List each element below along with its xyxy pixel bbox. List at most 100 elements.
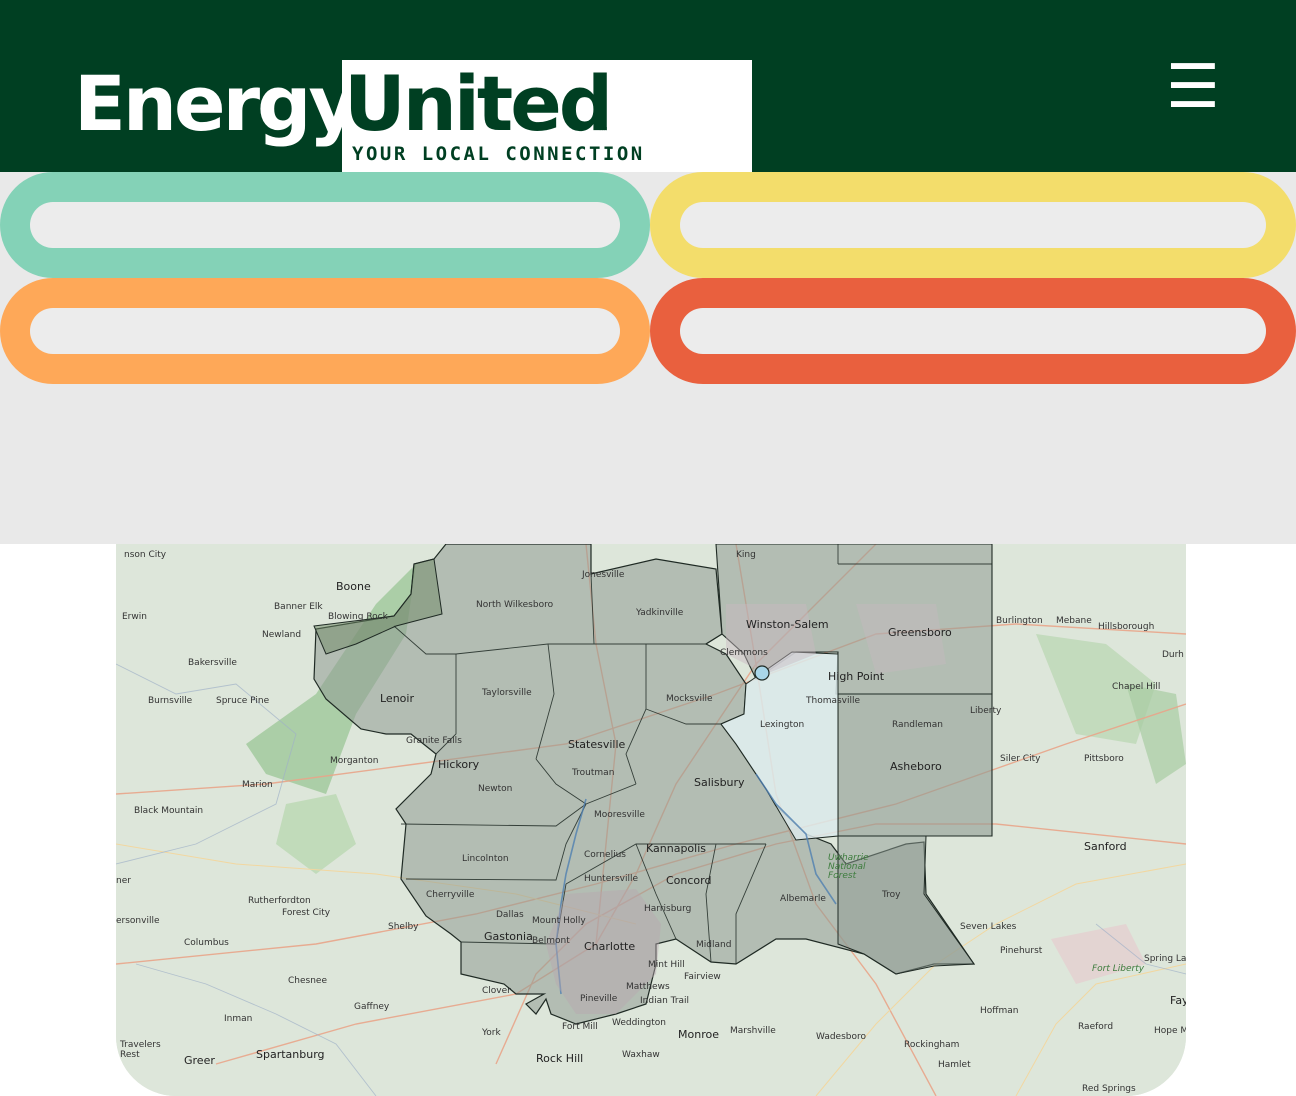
map-label: York (482, 1028, 501, 1038)
map-label: Burlington (996, 616, 1043, 626)
map-label: Pinehurst (1000, 946, 1043, 956)
map-label: Boone (336, 580, 371, 593)
map-label: Siler City (1000, 754, 1041, 764)
search-pill-orange (0, 278, 650, 384)
map-label: Monroe (678, 1028, 719, 1041)
map-label: Newton (478, 784, 513, 794)
map-label: Clemmons (720, 648, 768, 658)
logo-trademark: ™ (598, 126, 608, 137)
map-label: Albemarle (780, 894, 826, 904)
map-label: Mint Hill (648, 960, 685, 970)
site-header: Energy United ™ YOUR LOCAL CONNECTION ☰ (0, 0, 1296, 172)
map-label: Mocksville (666, 694, 713, 704)
map-label: King (736, 550, 756, 560)
search-input-1[interactable] (30, 202, 620, 248)
map-label: Forest City (282, 908, 331, 918)
map-label: Belmont (532, 936, 570, 946)
map-label: Lincolnton (462, 854, 509, 864)
map-label: Lenoir (380, 692, 414, 705)
map-label: Harrisburg (644, 904, 692, 914)
map-label: North Wilkesboro (476, 600, 554, 610)
map-label: Banner Elk (274, 602, 323, 612)
map-label: Kannapolis (646, 842, 707, 855)
map-label: Newland (262, 630, 302, 640)
map-label: Marshville (730, 1026, 776, 1036)
map-label: Spruce Pine (216, 696, 270, 706)
map-label: Clover (482, 986, 511, 996)
map-label: Granite Falls (406, 736, 462, 746)
map-label: Durh (1162, 650, 1184, 660)
search-input-2[interactable] (680, 202, 1266, 248)
map-label: Hope M (1154, 1026, 1186, 1036)
map-label: Pittsboro (1084, 754, 1124, 764)
map-label: Waxhaw (622, 1050, 660, 1060)
map-label: Shelby (388, 922, 419, 932)
map-label: Chesnee (288, 976, 327, 986)
map-label: Statesville (568, 738, 626, 751)
map-label: Mooresville (594, 810, 645, 820)
search-input-4[interactable] (680, 308, 1266, 354)
map-label: Indian Trail (640, 996, 690, 1006)
map-label: Erwin (122, 612, 147, 622)
map-label: Dallas (496, 910, 524, 920)
map-label: Rock Hill (536, 1052, 584, 1065)
map-label: Concord (666, 874, 712, 887)
map-label: Rutherfordton (248, 896, 311, 906)
map-label: Raeford (1078, 1022, 1114, 1032)
map-label: Marion (242, 780, 273, 790)
map-label: Fort Mill (562, 1022, 598, 1032)
map-label: Hoffman (980, 1006, 1019, 1016)
hamburger-menu-icon[interactable]: ☰ (1166, 56, 1220, 118)
map-label: Columbus (184, 938, 229, 948)
map-label: Morganton (330, 756, 379, 766)
location-marker[interactable] (754, 665, 770, 681)
map-label: Burnsville (148, 696, 193, 706)
map-graphic (116, 544, 1186, 1096)
map-label: Thomasville (806, 696, 861, 706)
map-label: Mebane (1056, 616, 1092, 626)
search-pill-yellow (650, 172, 1296, 278)
map-label: Black Mountain (134, 806, 204, 816)
map-label: Winston-Salem (746, 618, 829, 631)
map-label: Weddington (612, 1018, 666, 1028)
map-label: Gaffney (354, 1002, 390, 1012)
map-label: Matthews (626, 982, 670, 992)
map-label: Yadkinville (636, 608, 684, 618)
map-label: nson City (124, 550, 167, 560)
map-label: Uwharrie National Forest (828, 853, 869, 881)
map-label: High Point (828, 670, 885, 683)
map-label: Fort Liberty (1092, 964, 1145, 974)
map-label: Greer (184, 1054, 215, 1067)
map-label: Salisbury (694, 776, 745, 789)
map-label: Bakersville (188, 658, 237, 668)
map-label: ersonville (116, 916, 160, 926)
map-label: Fay (1170, 994, 1186, 1007)
map-label: Troutman (572, 768, 615, 778)
map-label: Fairview (684, 972, 721, 982)
map-label: Seven Lakes (960, 922, 1017, 932)
map-label: Blowing Rock (328, 612, 388, 622)
map-label: Spartanburg (256, 1048, 325, 1061)
map-label: Midland (696, 940, 732, 950)
map-label: Hillsborough (1098, 622, 1155, 632)
map-label: Wadesboro (816, 1032, 867, 1042)
map-label: Troy (882, 890, 901, 900)
map-label: Pineville (580, 994, 618, 1004)
search-pill-red (650, 278, 1296, 384)
search-input-3[interactable] (30, 308, 620, 354)
logo-tagline: YOUR LOCAL CONNECTION (352, 143, 645, 165)
map-label: Rockingham (904, 1040, 960, 1050)
map-label: Liberty (970, 706, 1002, 716)
logo-text-energy[interactable]: Energy (74, 66, 358, 142)
map-label: Gastonia (484, 930, 533, 943)
map-section: nson City Boone Banner Elk Blowing Rock … (0, 544, 1296, 1096)
map-label: Asheboro (890, 760, 942, 773)
map-label: Lexington (760, 720, 805, 730)
map-label: Cherryville (426, 890, 475, 900)
map-label: Huntersville (584, 874, 638, 884)
service-territory-map[interactable]: nson City Boone Banner Elk Blowing Rock … (116, 544, 1186, 1096)
map-label: Red Springs (1082, 1084, 1136, 1094)
map-label: Travelers Rest (120, 1040, 161, 1060)
map-label: Sanford (1084, 840, 1127, 853)
logo-text-united[interactable]: United (344, 66, 613, 142)
